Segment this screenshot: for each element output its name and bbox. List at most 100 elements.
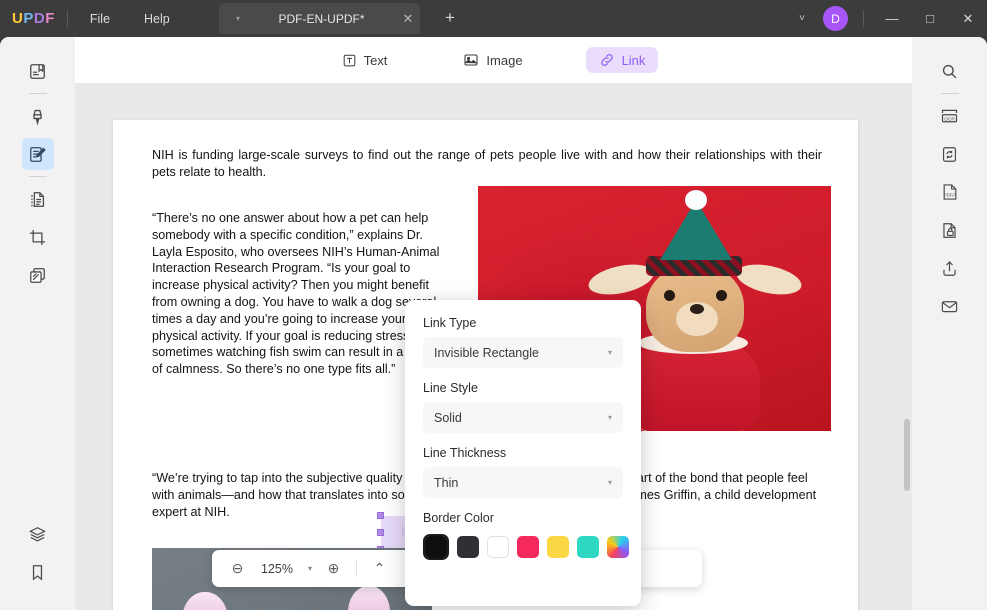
sidebar-item-reader[interactable] (22, 55, 54, 87)
annotate-highlighter-icon (28, 107, 47, 126)
tab-title: PDF-EN-UPDF* (278, 11, 365, 26)
avatar[interactable]: D (823, 6, 848, 31)
crop-page-icon (28, 228, 47, 247)
line-style-label: Line Style (423, 381, 478, 395)
right-sidebar: OCR PDF/A (912, 37, 987, 610)
sidebar-item-bookmark[interactable] (22, 556, 54, 588)
sidebar-item-redact[interactable] (22, 259, 54, 291)
tool-image[interactable]: Image (450, 47, 535, 73)
logo-letter-f: F (45, 10, 55, 27)
zoom-in-button[interactable]: ⊕ (320, 555, 347, 582)
search-icon (940, 62, 959, 81)
close-window-button[interactable]: ✕ (949, 0, 987, 37)
dog-ear-right (733, 259, 805, 300)
swatch-white[interactable] (487, 534, 509, 560)
right-item-convert[interactable] (934, 138, 966, 170)
paragraph-lead: NIH is funding large-scale surveys to fi… (152, 148, 822, 179)
minimize-button[interactable]: — (873, 0, 911, 37)
vertical-scrollbar[interactable] (904, 129, 910, 610)
link-properties-dialog[interactable]: Link Type Invisible Rectangle ▾ Line Sty… (405, 300, 641, 606)
line-thickness-select[interactable]: Thin ▾ (423, 467, 623, 498)
tulip-3 (348, 586, 390, 610)
swatch-teal[interactable] (577, 534, 599, 560)
right-item-search[interactable] (934, 55, 966, 87)
line-thickness-caret-icon[interactable]: ▾ (608, 478, 612, 487)
tool-link[interactable]: Link (585, 47, 659, 73)
new-tab-button[interactable]: + (440, 9, 460, 27)
organize-pages-icon (28, 190, 47, 209)
edit-toolbar: Text Image Link (75, 37, 912, 83)
scrollbar-thumb[interactable] (904, 419, 910, 491)
text-box-icon (342, 53, 357, 68)
swatch-teal-chip (577, 536, 599, 558)
tab-dropdown-caret-icon[interactable]: ▾ (229, 14, 247, 23)
reader-view-icon (28, 62, 47, 81)
maximize-button[interactable]: □ (911, 0, 949, 37)
resize-handle-w[interactable] (377, 529, 384, 536)
sidebar-item-layers[interactable] (22, 518, 54, 550)
toolbar-separator-1 (356, 560, 357, 577)
swatch-rainbow[interactable] (607, 534, 629, 560)
titlebar-divider (66, 10, 68, 27)
left-sidebar (0, 37, 75, 610)
link-type-caret-icon[interactable]: ▾ (608, 348, 612, 357)
pdfa-icon: PDF/A (940, 182, 960, 202)
menu-file[interactable]: File (78, 7, 122, 31)
sidebar-item-crop[interactable] (22, 221, 54, 253)
updf-logo: U P D F (12, 10, 55, 27)
swatch-rainbow-chip (607, 536, 629, 558)
dog-nose (690, 304, 704, 314)
line-thickness-label: Line Thickness (423, 446, 507, 460)
logo-letter-p: P (23, 10, 34, 27)
chevron-down-icon[interactable]: ˅ (787, 13, 817, 24)
swatch-dark-gray[interactable] (457, 534, 479, 560)
swatch-black[interactable] (423, 534, 449, 560)
swatch-pink[interactable] (517, 534, 539, 560)
app-body: OCR PDF/A Text Image Link NIH is funding… (0, 37, 987, 610)
ocr-icon: OCR (939, 106, 960, 127)
line-thickness-value: Thin (434, 475, 459, 490)
zoom-level-value: 125% (261, 561, 293, 576)
tool-link-label: Link (621, 52, 646, 68)
tool-text[interactable]: Text (329, 48, 401, 73)
line-style-value: Solid (434, 410, 462, 425)
right-item-pdfa[interactable]: PDF/A (934, 176, 966, 208)
document-tab[interactable]: ▾ PDF-EN-UPDF* ✕ (219, 3, 420, 34)
titlebar-separator (863, 10, 864, 27)
swatch-white-chip (487, 536, 509, 558)
redact-icon (28, 266, 47, 285)
convert-pdf-icon (940, 145, 959, 164)
image-icon (463, 52, 479, 68)
line-style-caret-icon[interactable]: ▾ (608, 413, 612, 422)
title-bar: U P D F File Help ▾ PDF-EN-UPDF* ✕ + ˅ D… (0, 0, 987, 37)
right-divider-1 (940, 93, 959, 94)
sidebar-divider-1 (28, 93, 47, 94)
logo-letter-u: U (12, 10, 24, 27)
tool-text-label: Text (363, 52, 388, 68)
zoom-dropdown-caret-icon[interactable]: ▾ (303, 564, 317, 573)
right-item-email[interactable] (934, 290, 966, 322)
previous-page-button[interactable]: ⌃ (366, 555, 393, 582)
swatch-yellow-chip (547, 536, 569, 558)
swatch-black-chip (425, 536, 447, 558)
protect-lock-icon (940, 221, 959, 240)
right-item-ocr[interactable]: OCR (934, 100, 966, 132)
email-icon (940, 297, 959, 316)
edit-pdf-icon (28, 145, 47, 164)
menu-help[interactable]: Help (132, 7, 182, 31)
tab-close-icon[interactable]: ✕ (396, 11, 420, 27)
link-type-value: Invisible Rectangle (434, 345, 539, 360)
swatch-yellow[interactable] (547, 534, 569, 560)
line-style-select[interactable]: Solid ▾ (423, 402, 623, 433)
sidebar-item-page-tools[interactable] (22, 183, 54, 215)
sidebar-divider-2 (28, 176, 47, 177)
dog-eye-right (716, 290, 727, 301)
right-item-protect[interactable] (934, 214, 966, 246)
tool-image-label: Image (486, 52, 523, 68)
swatch-pink-chip (517, 536, 539, 558)
link-type-select[interactable]: Invisible Rectangle ▾ (423, 337, 623, 368)
right-item-share[interactable] (934, 252, 966, 284)
zoom-out-button[interactable]: ⊖ (224, 555, 251, 582)
sidebar-item-edit-pdf[interactable] (21, 138, 54, 170)
sidebar-item-comment[interactable] (22, 100, 54, 132)
